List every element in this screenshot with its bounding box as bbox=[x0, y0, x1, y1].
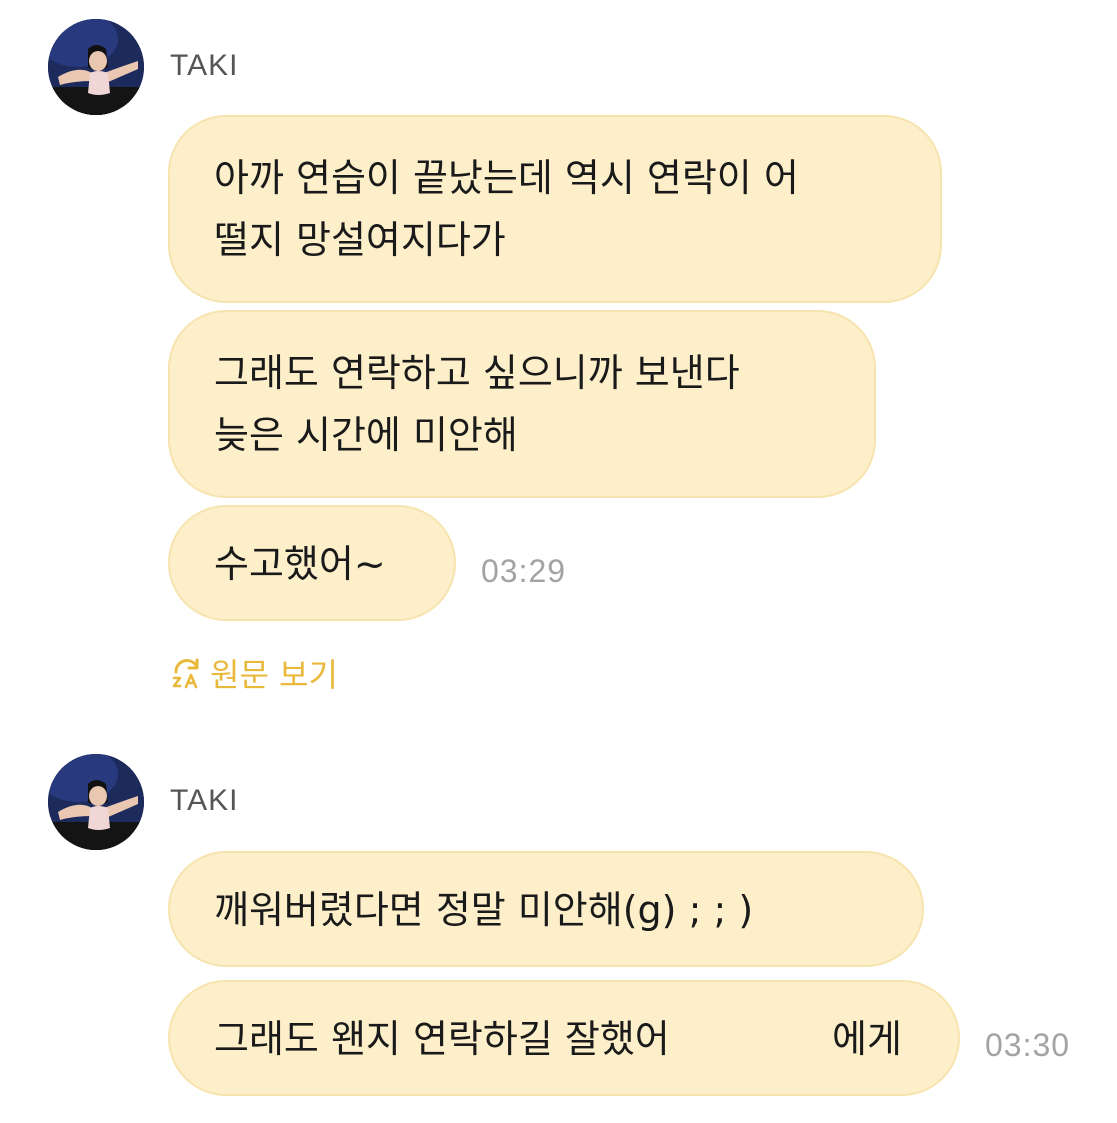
timestamp: 03:30 bbox=[985, 1027, 1071, 1063]
view-original-button[interactable]: 원문 보기 bbox=[170, 650, 338, 696]
message-text: 수고했어~ bbox=[214, 542, 386, 586]
message-bubble[interactable]: 아까 연습이 끝났는데 역시 연락이 어 떨지 망설여지다가 bbox=[168, 115, 942, 303]
message-text: 아까 연습이 끝났는데 역시 연락이 어 bbox=[214, 156, 799, 200]
avatar-photo bbox=[48, 754, 144, 850]
message-text-suffix: 에게 bbox=[832, 1017, 902, 1061]
message-bubble[interactable]: 그래도 왠지 연락하길 잘했어 에게 bbox=[168, 980, 960, 1096]
message-text-main: 그래도 왠지 연락하길 잘했어 bbox=[214, 1017, 670, 1061]
message-text: 떨지 망설여지다가 bbox=[214, 218, 506, 262]
message-bubble[interactable]: 수고했어~ bbox=[168, 505, 456, 621]
message-text: 그래도 연락하고 싶으니까 보낸다 bbox=[214, 351, 740, 395]
view-original-label: 원문 보기 bbox=[210, 656, 338, 694]
sender-name: TAKI bbox=[170, 49, 239, 82]
translate-refresh-icon bbox=[172, 658, 199, 689]
sender-name: TAKI bbox=[170, 784, 239, 817]
message-text: 그래도 왠지 연락하길 잘했어 에게 bbox=[214, 1008, 914, 1070]
timestamp: 03:29 bbox=[481, 553, 567, 589]
message-text: 늦은 시간에 미안해 bbox=[214, 413, 518, 457]
avatar[interactable] bbox=[48, 19, 144, 115]
avatar-photo bbox=[48, 19, 144, 115]
message-bubble[interactable]: 그래도 연락하고 싶으니까 보낸다 늦은 시간에 미안해 bbox=[168, 310, 876, 498]
message-bubble[interactable]: 깨워버렸다면 정말 미안해(g) ; ; ) bbox=[168, 851, 924, 967]
avatar[interactable] bbox=[48, 754, 144, 850]
message-text: 깨워버렸다면 정말 미안해(g) ; ; ) bbox=[214, 888, 754, 932]
